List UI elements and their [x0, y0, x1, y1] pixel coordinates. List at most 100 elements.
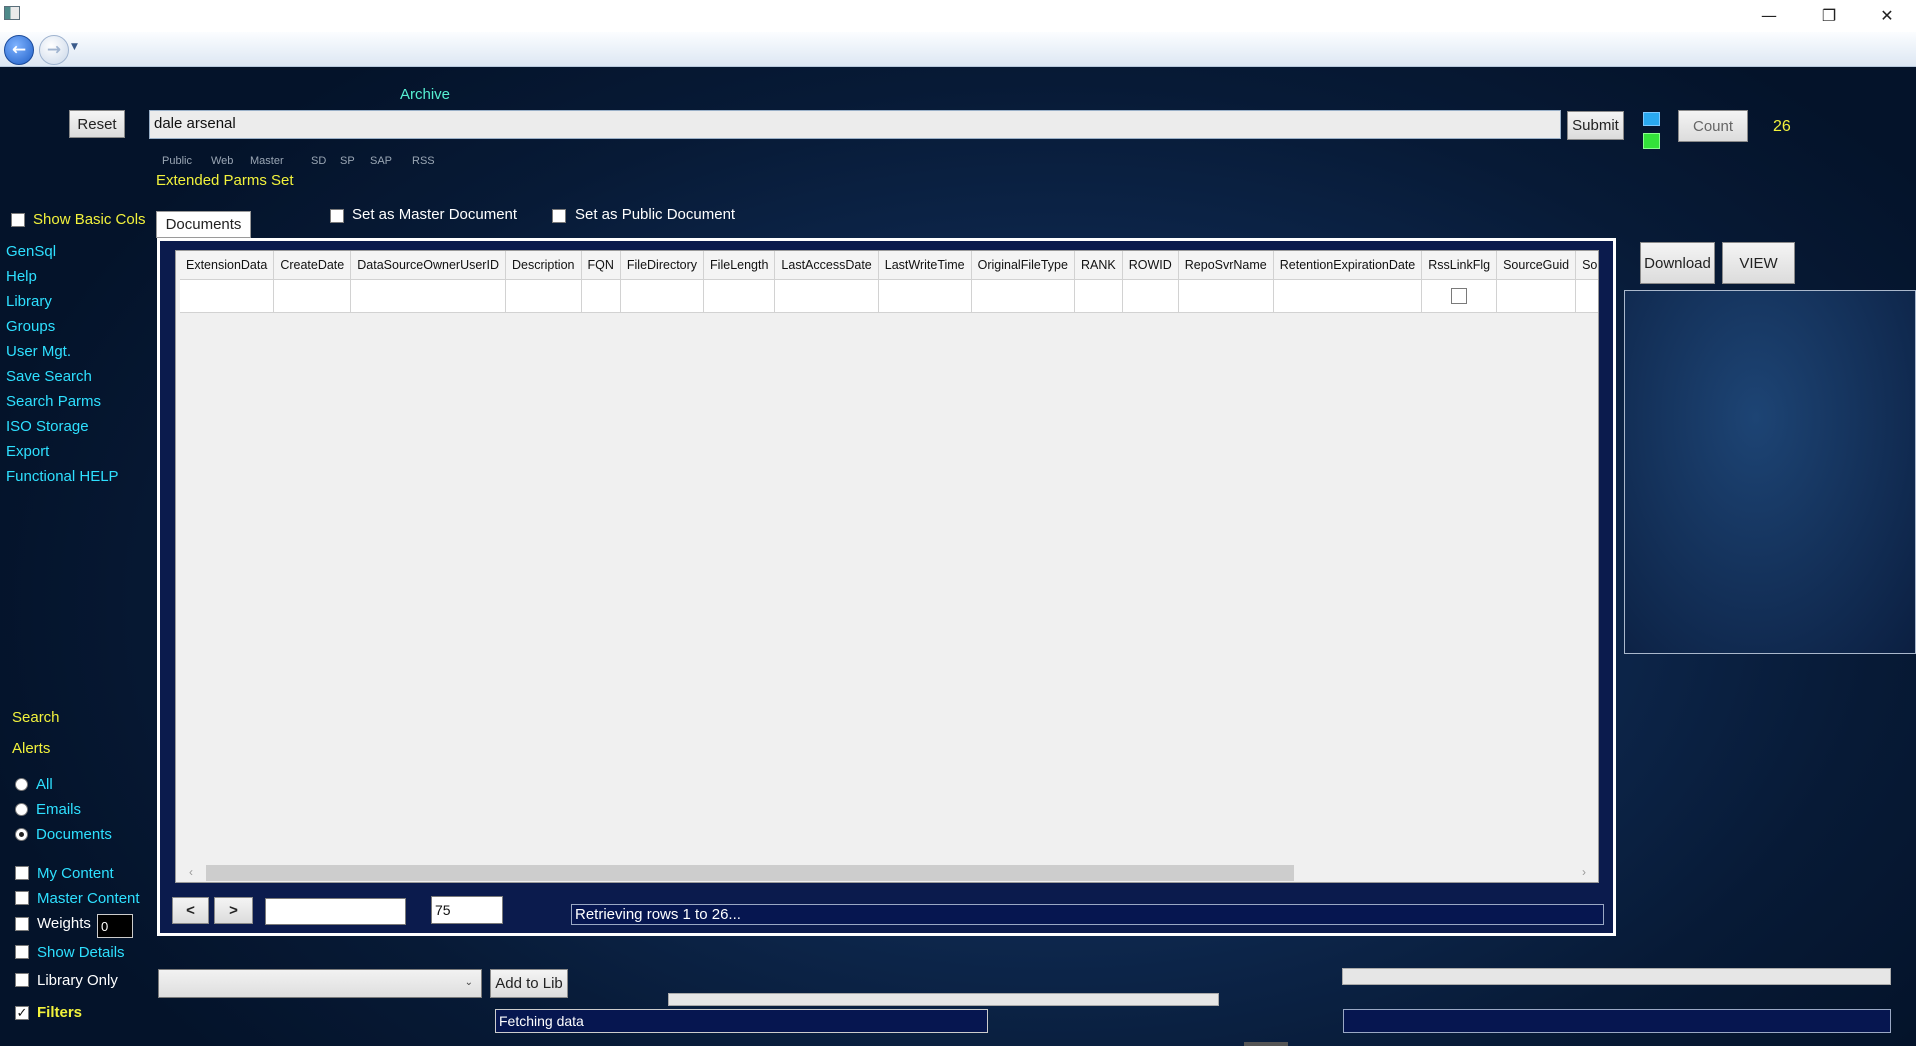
bottom-divider — [1244, 1042, 1288, 1046]
column-header[interactable]: FileLength — [703, 251, 776, 280]
set-public-checkbox[interactable] — [552, 209, 566, 223]
prev-page-button[interactable]: < — [172, 897, 209, 924]
scroll-left-icon[interactable]: ‹ — [189, 865, 193, 879]
restore-button[interactable]: ❐ — [1800, 0, 1858, 30]
source-tag-web[interactable]: Web — [211, 155, 233, 167]
download-button[interactable]: Download — [1640, 242, 1715, 284]
column-header[interactable]: SourceNam — [1575, 251, 1598, 280]
column-header[interactable]: SourceGuid — [1496, 251, 1577, 280]
view-button[interactable]: VIEW — [1722, 242, 1795, 284]
column-header[interactable]: ROWID — [1122, 251, 1179, 280]
add-to-lib-button[interactable]: Add to Lib — [490, 969, 568, 998]
column-header[interactable]: RepoSvrName — [1178, 251, 1274, 280]
column-header[interactable]: OriginalFileType — [971, 251, 1075, 280]
sidebar-item-user-mgt[interactable]: User Mgt. — [6, 342, 119, 367]
documents-grid[interactable]: ExtensionData CreateDate DataSourceOwner… — [175, 250, 1599, 883]
table-cell[interactable] — [971, 279, 1075, 313]
forward-arrow-icon[interactable]: → — [39, 35, 69, 65]
my-content-checkbox[interactable] — [15, 866, 29, 880]
history-dropdown-icon[interactable]: ▼ — [71, 42, 78, 52]
column-header[interactable]: CreateDate — [273, 251, 352, 280]
column-header[interactable]: RssLinkFlg — [1421, 251, 1498, 280]
column-header[interactable]: ExtensionData — [180, 251, 275, 280]
horizontal-scrollbar[interactable]: ‹ › — [176, 864, 1598, 882]
archive-label: Archive — [400, 86, 451, 103]
column-header[interactable]: FileDirectory — [620, 251, 705, 280]
table-cell[interactable] — [1122, 279, 1179, 313]
library-only-checkbox[interactable] — [15, 973, 29, 987]
table-cell[interactable] — [581, 279, 621, 313]
sidebar-item-search-parms[interactable]: Search Parms — [6, 392, 119, 417]
preview-panel — [1624, 290, 1916, 654]
source-tag-sp[interactable]: SP — [340, 155, 355, 167]
sidebar-item-iso-storage[interactable]: ISO Storage — [6, 417, 119, 442]
rss-link-checkbox[interactable] — [1451, 288, 1468, 304]
weights-input[interactable]: 0 — [97, 914, 133, 938]
back-arrow-icon[interactable]: ← — [4, 35, 34, 65]
sidebar-item-groups[interactable]: Groups — [6, 317, 119, 342]
table-cell[interactable] — [1273, 279, 1423, 313]
scrollbar-thumb[interactable] — [206, 865, 1294, 881]
alerts-label[interactable]: Alerts — [12, 740, 50, 757]
library-only-label: Library Only — [37, 972, 118, 989]
column-header[interactable]: Description — [505, 251, 582, 280]
title-bar: — ❐ ✕ — [0, 0, 1916, 32]
column-header[interactable]: LastWriteTime — [878, 251, 972, 280]
minimize-button[interactable]: — — [1740, 0, 1798, 30]
column-header[interactable]: RANK — [1074, 251, 1123, 280]
column-header[interactable]: LastAccessDate — [774, 251, 879, 280]
right-status-field — [1343, 1009, 1891, 1033]
set-master-checkbox[interactable] — [330, 209, 344, 223]
sidebar-item-gensql[interactable]: GenSql — [6, 242, 119, 267]
table-cell[interactable] — [273, 279, 352, 313]
radio-documents[interactable] — [15, 828, 28, 841]
page-size-input[interactable]: 75 — [431, 896, 503, 924]
table-cell[interactable] — [350, 279, 506, 313]
column-header[interactable]: RetentionExpirationDate — [1273, 251, 1423, 280]
table-cell[interactable] — [505, 279, 582, 313]
table-cell[interactable] — [1496, 279, 1577, 313]
next-page-button[interactable]: > — [214, 897, 253, 924]
fetching-status: Fetching data — [495, 1009, 988, 1033]
progress-bar-center — [668, 993, 1219, 1006]
source-tag-rss[interactable]: RSS — [412, 155, 435, 167]
sidebar-item-library[interactable]: Library — [6, 292, 119, 317]
table-cell[interactable] — [1178, 279, 1274, 313]
source-tag-master[interactable]: Master — [250, 155, 284, 167]
source-tag-sap[interactable]: SAP — [370, 155, 392, 167]
sidebar-item-export[interactable]: Export — [6, 442, 119, 467]
tab-documents[interactable]: Documents — [156, 211, 251, 238]
master-content-checkbox[interactable] — [15, 891, 29, 905]
sidebar-item-help[interactable]: Help — [6, 267, 119, 292]
table-cell[interactable] — [620, 279, 705, 313]
sidebar-links: GenSql Help Library Groups User Mgt. Sav… — [6, 242, 119, 492]
show-details-checkbox[interactable] — [15, 945, 29, 959]
page-input[interactable] — [265, 898, 406, 925]
table-cell[interactable] — [774, 279, 879, 313]
source-tag-sd[interactable]: SD — [311, 155, 326, 167]
radio-emails[interactable] — [15, 803, 28, 816]
sidebar-item-functional-help[interactable]: Functional HELP — [6, 467, 119, 492]
scroll-right-icon[interactable]: › — [1582, 865, 1586, 879]
show-basic-cols-checkbox[interactable] — [11, 213, 25, 227]
column-header[interactable]: FQN — [581, 251, 621, 280]
table-cell[interactable] — [1074, 279, 1123, 313]
sidebar-item-save-search[interactable]: Save Search — [6, 367, 119, 392]
table-cell[interactable] — [878, 279, 972, 313]
library-select[interactable]: ⌄ — [158, 969, 482, 998]
count-button[interactable]: Count — [1678, 110, 1748, 142]
search-input[interactable]: dale arsenal — [149, 110, 1561, 139]
radio-all[interactable] — [15, 778, 28, 791]
weights-checkbox[interactable] — [15, 917, 29, 931]
table-cell[interactable] — [1421, 279, 1498, 313]
table-row[interactable] — [180, 279, 1598, 313]
submit-button[interactable]: Submit — [1567, 111, 1624, 140]
table-cell[interactable] — [180, 279, 275, 313]
table-cell[interactable] — [1575, 279, 1598, 313]
filters-checkbox[interactable]: ✓ — [15, 1006, 29, 1021]
source-tag-public[interactable]: Public — [162, 155, 192, 167]
close-button[interactable]: ✕ — [1858, 0, 1916, 30]
reset-button[interactable]: Reset — [69, 110, 125, 138]
column-header[interactable]: DataSourceOwnerUserID — [350, 251, 506, 280]
table-cell[interactable] — [703, 279, 776, 313]
